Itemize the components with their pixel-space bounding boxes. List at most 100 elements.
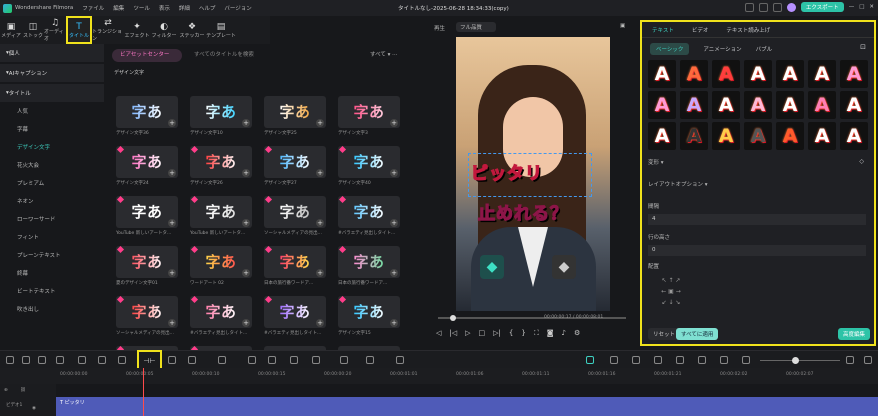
video-preview[interactable]: ピッタリ 止めれる？ ◆ ◆ (456, 37, 610, 311)
zoom-slider[interactable] (760, 360, 840, 361)
step-back-icon[interactable]: |◁ (449, 329, 457, 338)
maximize-icon[interactable]: □ (859, 4, 864, 10)
text-preset-tile[interactable]: A (776, 60, 804, 88)
render-icon[interactable] (586, 356, 594, 364)
template-thumbnail[interactable]: 字あ + (264, 246, 326, 278)
title-template-card[interactable]: 字あ + YouTube 新しいアートタ... (116, 196, 178, 236)
timeline-ruler[interactable]: 00:00:00:00 00:00:00:05 00:00:00:10 00:00:0… (0, 368, 878, 384)
add-icon[interactable]: + (316, 219, 324, 227)
menu-edit[interactable]: 編集 (113, 4, 124, 12)
tree-item[interactable]: ▾ 個人 (0, 44, 104, 62)
tab-stock[interactable]: ◫ ストック (22, 16, 44, 44)
tree-item[interactable]: プレミアム (0, 174, 104, 192)
template-thumbnail[interactable]: 字あ + (116, 246, 178, 278)
select-icon[interactable] (22, 356, 30, 364)
tab-text[interactable]: テキスト (652, 26, 674, 34)
add-icon[interactable]: + (168, 169, 176, 177)
add-icon[interactable]: + (242, 269, 250, 277)
spacing-input[interactable]: 4 (648, 214, 866, 225)
title-template-card[interactable]: 字あ + #バラエティ見出しタイト... (338, 196, 400, 236)
add-icon[interactable]: + (242, 119, 250, 127)
mic-icon[interactable] (632, 356, 640, 364)
layout-icon[interactable] (6, 356, 14, 364)
menu-view[interactable]: 表示 (159, 4, 170, 12)
template-thumbnail[interactable]: 字あ + (190, 246, 252, 278)
template-thumbnail[interactable]: 字あ + (264, 296, 326, 328)
avatar[interactable] (786, 2, 796, 12)
redo-icon[interactable] (56, 356, 64, 364)
subtab-animation[interactable]: アニメーション (703, 45, 741, 53)
title-template-card[interactable]: 字あ + ソーシャルメディアの見出... (116, 296, 178, 336)
menu-file[interactable]: ファイル (82, 4, 104, 12)
add-icon[interactable]: + (390, 119, 398, 127)
template-thumbnail[interactable]: 字あ + (264, 146, 326, 178)
tab-transitions[interactable]: ⇄ トランジション (92, 16, 124, 44)
template-thumbnail[interactable]: 字あ + (116, 296, 178, 328)
title-template-card[interactable]: 字あ + YouTube 新しいアートタ... (190, 196, 252, 236)
template-thumbnail[interactable]: 字あ + (116, 196, 178, 228)
template-thumbnail[interactable]: 字あ + (338, 146, 400, 178)
menu-version[interactable]: バージョン (224, 4, 251, 12)
timer-icon[interactable] (218, 356, 226, 364)
snap-icon[interactable] (676, 356, 684, 364)
add-icon[interactable]: + (316, 169, 324, 177)
tab-media[interactable]: ▣ メディア (0, 16, 22, 44)
camera-icon[interactable]: ◙ (547, 329, 554, 338)
title-template-card[interactable]: 字あ + ソーシャルメディアの見出... (264, 196, 326, 236)
add-icon[interactable]: + (390, 319, 398, 327)
title-template-card[interactable]: 字あ + デザイン文字3 (338, 96, 400, 136)
undo-icon[interactable] (38, 356, 46, 364)
text-preset-tile[interactable]: A (648, 91, 676, 119)
tab-effects[interactable]: ✦ エフェクト (124, 16, 150, 44)
play-icon[interactable]: ▷ (465, 329, 470, 338)
add-icon[interactable]: + (168, 219, 176, 227)
mark-in-icon[interactable]: { (509, 329, 513, 338)
tab-audio[interactable]: ♫ オーディオ (44, 16, 66, 44)
caption-line-1[interactable]: ピッタリ (470, 159, 543, 184)
text-preset-tile[interactable]: A (744, 60, 772, 88)
tree-item[interactable]: ネオン (0, 192, 104, 210)
title-template-card[interactable]: 字あ + デザイン文字36 (116, 96, 178, 136)
add-track-icon[interactable]: ⊕ (4, 388, 8, 393)
subtab-bubble[interactable]: バブル (756, 45, 773, 53)
add-icon[interactable]: + (242, 169, 250, 177)
text-preset-tile[interactable]: A (808, 122, 836, 150)
settings-icon[interactable]: ⚙ (574, 329, 580, 338)
link-icon[interactable] (720, 356, 728, 364)
text-preset-tile[interactable]: A (648, 122, 676, 150)
tab-templates[interactable]: ▤ テンプレート (206, 16, 236, 44)
template-thumbnail[interactable]: 字あ + (338, 296, 400, 328)
motion-icon[interactable] (366, 356, 374, 364)
template-thumbnail[interactable]: 字あ + (264, 96, 326, 128)
ai-icon[interactable] (312, 356, 320, 364)
title-clip[interactable]: T ピッタリ (56, 397, 878, 416)
text-preset-tile[interactable]: A (712, 60, 740, 88)
volume-icon[interactable]: ♪ (562, 329, 566, 338)
export-button[interactable]: エクスポート (800, 2, 844, 12)
search-input[interactable]: すべてのタイトルを検索 (188, 49, 388, 62)
advanced-edit-button[interactable]: 高度編集 (837, 328, 870, 340)
close-icon[interactable]: ✕ (869, 4, 874, 10)
menu-help[interactable]: ヘルプ (199, 4, 216, 12)
image-icon[interactable] (698, 356, 706, 364)
scrub-knob[interactable] (450, 315, 456, 321)
add-icon[interactable]: + (168, 269, 176, 277)
template-thumbnail[interactable]: 字あ + (190, 96, 252, 128)
tab-video[interactable]: ビデオ (692, 26, 709, 34)
mark-out-icon[interactable]: } (521, 329, 525, 338)
text-preset-tile[interactable]: A (808, 91, 836, 119)
marker-icon[interactable] (290, 356, 298, 364)
apply-all-button[interactable]: すべてに適用 (676, 328, 719, 340)
alignment-grid[interactable]: ↖ ↑ ↗ ← ▣ → ↙ ↓ ↘ (654, 275, 688, 309)
add-icon[interactable]: + (316, 119, 324, 127)
title-template-card[interactable]: 字あ + 日本の旅行番ワードア... (264, 246, 326, 286)
save-preset-icon[interactable]: ⊡ (860, 43, 866, 51)
tree-item[interactable]: フィント (0, 228, 104, 246)
shield-icon[interactable] (610, 356, 618, 364)
delete-icon[interactable] (78, 356, 86, 364)
layout-section[interactable]: レイアウトオプション ▾ (648, 180, 708, 188)
crop-icon[interactable] (118, 356, 126, 364)
transform-section[interactable]: 変形 ▾ (648, 158, 664, 166)
keyframe-icon[interactable]: ◇ (859, 158, 864, 165)
text-preset-tile[interactable]: A (840, 91, 868, 119)
